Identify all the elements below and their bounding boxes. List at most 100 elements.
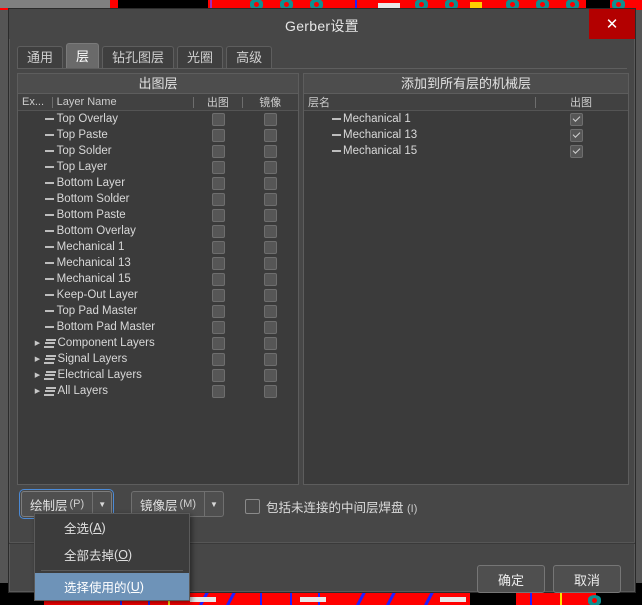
expand-arrow-icon[interactable]: ▶ bbox=[32, 339, 43, 347]
plot-checkbox[interactable] bbox=[569, 128, 583, 142]
mirror-checkbox[interactable] bbox=[264, 384, 278, 398]
plot-cell[interactable] bbox=[195, 224, 243, 238]
mirror-cell[interactable] bbox=[243, 240, 298, 254]
table-row[interactable]: ▶ Electrical Layers bbox=[18, 367, 298, 383]
mirror-cell[interactable] bbox=[243, 224, 298, 238]
table-row[interactable]: Top Paste bbox=[18, 127, 298, 143]
table-row[interactable]: ▶ All Layers bbox=[18, 383, 298, 399]
menu-item[interactable]: 选择使用的 (U) bbox=[35, 573, 189, 600]
column-header-plot[interactable]: 出图 bbox=[536, 94, 626, 110]
plot-checkbox[interactable] bbox=[212, 288, 226, 302]
plot-cell[interactable] bbox=[195, 288, 243, 302]
plot-checkbox[interactable] bbox=[212, 208, 226, 222]
plot-checkbox[interactable] bbox=[569, 112, 583, 126]
plot-cell[interactable] bbox=[195, 160, 243, 174]
plot-checkbox[interactable] bbox=[212, 128, 226, 142]
table-row[interactable]: Top Solder bbox=[18, 143, 298, 159]
mirror-cell[interactable] bbox=[243, 272, 298, 286]
table-row[interactable]: Keep-Out Layer bbox=[18, 287, 298, 303]
table-row[interactable]: ▶ Component Layers bbox=[18, 335, 298, 351]
tab-1[interactable]: 层 bbox=[66, 43, 100, 69]
plot-checkbox[interactable] bbox=[212, 256, 226, 270]
mirror-checkbox[interactable] bbox=[263, 256, 277, 270]
plot-cell[interactable] bbox=[195, 384, 243, 398]
plot-checkbox[interactable] bbox=[212, 272, 226, 286]
plot-layers-dropdown-menu[interactable]: 全选 (A) 全部去掉 (O) 选择使用的 (U) bbox=[34, 513, 190, 601]
plot-cell[interactable] bbox=[531, 112, 621, 126]
table-row[interactable]: Bottom Paste bbox=[18, 207, 298, 223]
table-row[interactable]: Top Pad Master bbox=[18, 303, 298, 319]
expand-arrow-icon[interactable]: ▶ bbox=[32, 371, 43, 379]
plot-checkbox[interactable] bbox=[212, 176, 226, 190]
mirror-cell[interactable] bbox=[243, 256, 298, 270]
mirror-checkbox[interactable] bbox=[264, 336, 278, 350]
mirror-checkbox[interactable] bbox=[263, 112, 277, 126]
mirror-checkbox[interactable] bbox=[263, 160, 277, 174]
plot-cell[interactable] bbox=[531, 144, 621, 158]
column-header-ex[interactable]: Ex... bbox=[18, 96, 52, 108]
plot-cell[interactable] bbox=[195, 304, 243, 318]
column-header-plot[interactable]: 出图 bbox=[194, 94, 241, 110]
mirror-cell[interactable] bbox=[243, 320, 298, 334]
table-row[interactable]: Mechanical 1 bbox=[18, 239, 298, 255]
mechanical-layers-list[interactable]: Mechanical 1 Mechanical 13 Mechanical 15 bbox=[304, 111, 628, 484]
plot-checkbox[interactable] bbox=[212, 224, 226, 238]
mirror-checkbox[interactable] bbox=[263, 272, 277, 286]
plot-checkbox[interactable] bbox=[212, 336, 226, 350]
plot-cell[interactable] bbox=[195, 336, 243, 350]
mirror-cell[interactable] bbox=[243, 176, 298, 190]
mirror-checkbox[interactable] bbox=[263, 304, 277, 318]
tab-4[interactable]: 高级 bbox=[226, 46, 273, 69]
plot-checkbox[interactable] bbox=[212, 192, 226, 206]
plot-cell[interactable] bbox=[195, 208, 243, 222]
ok-button[interactable]: 确定 bbox=[477, 565, 545, 593]
plot-cell[interactable] bbox=[195, 192, 243, 206]
plot-cell[interactable] bbox=[195, 320, 243, 334]
mirror-cell[interactable] bbox=[243, 384, 298, 398]
plot-checkbox[interactable] bbox=[212, 368, 226, 382]
menu-item[interactable]: 全部去掉 (O) bbox=[35, 541, 189, 568]
plot-layers-list[interactable]: Top Overlay Top Paste Top Solder Top Layer B… bbox=[18, 111, 298, 484]
mirror-checkbox[interactable] bbox=[263, 144, 277, 158]
plot-cell[interactable] bbox=[531, 128, 621, 142]
mirror-cell[interactable] bbox=[243, 288, 298, 302]
include-unconnected-pads-checkbox-row[interactable]: 包括未连接的中间层焊盘 (I) bbox=[245, 497, 417, 516]
mirror-cell[interactable] bbox=[243, 336, 298, 350]
table-row[interactable]: Mechanical 15 bbox=[304, 143, 628, 159]
include-unconnected-pads-checkbox[interactable] bbox=[245, 499, 260, 514]
table-row[interactable]: Mechanical 13 bbox=[18, 255, 298, 271]
mirror-checkbox[interactable] bbox=[264, 352, 278, 366]
column-header-layer-name[interactable]: 层名 bbox=[304, 94, 535, 110]
mirror-checkbox[interactable] bbox=[264, 368, 278, 382]
expand-arrow-icon[interactable]: ▶ bbox=[32, 387, 43, 395]
mirror-cell[interactable] bbox=[243, 192, 298, 206]
table-row[interactable]: Bottom Pad Master bbox=[18, 319, 298, 335]
table-row[interactable]: Mechanical 15 bbox=[18, 271, 298, 287]
mirror-checkbox[interactable] bbox=[263, 288, 277, 302]
table-row[interactable]: Mechanical 1 bbox=[304, 111, 628, 127]
table-row[interactable]: Bottom Layer bbox=[18, 175, 298, 191]
table-row[interactable]: Top Overlay bbox=[18, 111, 298, 127]
plot-cell[interactable] bbox=[195, 128, 243, 142]
menu-item[interactable]: 全选 (A) bbox=[35, 514, 189, 541]
mirror-checkbox[interactable] bbox=[263, 192, 277, 206]
mirror-cell[interactable] bbox=[243, 128, 298, 142]
plot-cell[interactable] bbox=[195, 256, 243, 270]
table-row[interactable]: Top Layer bbox=[18, 159, 298, 175]
tab-2[interactable]: 钻孔图层 bbox=[102, 46, 175, 69]
plot-cell[interactable] bbox=[195, 144, 243, 158]
plot-cell[interactable] bbox=[195, 240, 243, 254]
mirror-checkbox[interactable] bbox=[263, 208, 277, 222]
tab-3[interactable]: 光圈 bbox=[177, 46, 224, 69]
column-header-mirror[interactable]: 镜像 bbox=[243, 94, 298, 110]
plot-checkbox[interactable] bbox=[212, 160, 226, 174]
table-row[interactable]: Mechanical 13 bbox=[304, 127, 628, 143]
mirror-cell[interactable] bbox=[243, 144, 298, 158]
plot-checkbox[interactable] bbox=[212, 112, 226, 126]
table-row[interactable]: ▶ Signal Layers bbox=[18, 351, 298, 367]
mirror-checkbox[interactable] bbox=[263, 176, 277, 190]
expand-arrow-icon[interactable]: ▶ bbox=[32, 355, 43, 363]
column-header-layer-name[interactable]: Layer Name bbox=[53, 96, 194, 108]
plot-cell[interactable] bbox=[195, 368, 243, 382]
table-row[interactable]: Bottom Overlay bbox=[18, 223, 298, 239]
